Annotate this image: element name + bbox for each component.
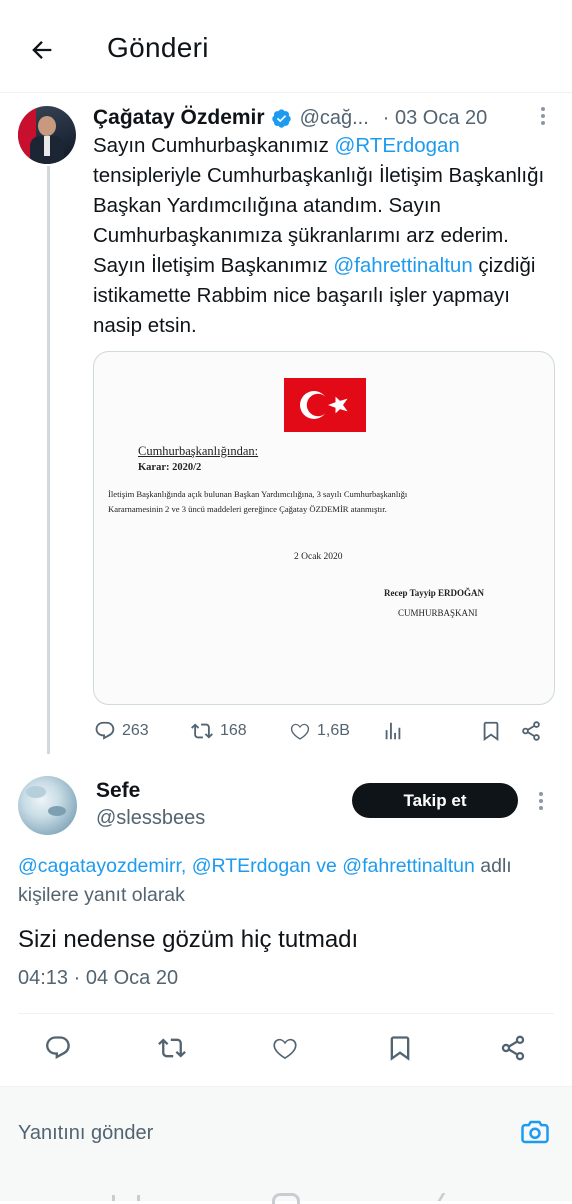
tweet-date: · 03 Oca 20 [382,106,488,129]
reply-like-button[interactable] [271,1034,299,1062]
reply-share-button[interactable] [499,1034,527,1062]
document-signer-title: CUMHURBAŞKANI [398,608,478,618]
share-button[interactable] [520,720,542,742]
reply-reply-button[interactable] [44,1034,72,1062]
reply-retweet-button[interactable] [157,1034,187,1062]
document-date: 2 Ocak 2020 [294,552,343,562]
bookmark-icon [390,1036,410,1061]
bookmark-icon [483,721,499,742]
top-app-bar: Gönderi [0,0,572,93]
reply-author-handle: @slessbees [96,807,206,829]
mention-link[interactable]: @RTErdogan [335,134,460,157]
author-name[interactable]: Çağatay Özdemir [93,106,265,130]
reply-timestamp: 04:13 · 04 Oca 20 [18,967,179,989]
arrow-left-icon [32,41,52,59]
divider [18,1013,554,1014]
reply-author-name[interactable]: Sefe [96,779,140,803]
author-avatar[interactable] [18,106,76,164]
document-decision: Karar: 2020/2 [138,462,202,473]
tweet-text-segment: Sayın Cumhurbaşkanımız [93,134,335,157]
like-count: 1,6B [317,722,350,739]
share-icon [522,721,540,741]
document-body-line: Kararnamesinin 2 ve 3 üncü maddeleri ger… [108,504,387,514]
document-body-line: İletişim Başkanlığında açık bulunan Başk… [108,489,408,499]
retweet-button[interactable]: 168 [190,720,247,742]
replying-to-suffix: adlı [474,855,512,877]
turkish-flag-icon [284,378,366,432]
document-signer: Recep Tayyip ERDOĞAN [384,588,485,598]
author-handle: @cağ... [299,106,369,129]
reply-composer: Yanıtını gönder [0,1086,572,1204]
heart-icon [290,723,310,740]
share-icon [501,1035,525,1061]
replying-to-mentions[interactable]: @cagatayozdemirr, @RTErdogan ve @fahrett… [18,855,475,877]
replying-to-line2: kişilere yanıt olarak [18,884,185,906]
mention-link[interactable]: @fahrettinaltun [333,254,472,277]
retweet-icon [158,1038,186,1058]
reply-button[interactable]: 263 [94,720,149,742]
heart-icon [273,1038,297,1060]
analytics-button[interactable] [382,720,404,742]
retweet-count: 168 [220,722,247,739]
camera-icon [521,1120,549,1144]
reply-text: Sizi nedense gözüm hiç tutmadı [18,926,359,953]
verified-badge-icon [271,108,291,128]
reply-bookmark-button[interactable] [386,1034,414,1062]
reply-author-avatar[interactable] [18,776,77,835]
camera-button[interactable] [519,1117,551,1152]
reply-icon [95,721,115,740]
bookmark-button[interactable] [480,720,502,742]
reply-more-options-icon[interactable] [539,792,545,810]
tweet-author-row: Çağatay Özdemir @cağ... · 03 Oca 20 [93,103,553,133]
tweet-text: Sayın Cumhurbaşkanımız @RTErdogan tensip… [93,131,553,341]
page-title: Gönderi [107,32,209,63]
thread-connector [47,166,50,754]
analytics-icon [385,722,401,740]
tweet-media-image[interactable]: Cumhurbaşkanlığından: Karar: 2020/2 İlet… [93,351,555,705]
document-heading: Cumhurbaşkanlığından: [138,444,259,458]
follow-button[interactable]: Takip et [352,783,518,818]
retweet-icon [191,723,213,739]
replying-to: @cagatayozdemirr, @RTErdogan ve @fahrett… [18,852,572,881]
like-button[interactable]: 1,6B [289,720,350,742]
reply-input[interactable]: Yanıtını gönder [18,1122,153,1145]
reply-icon [46,1036,70,1059]
reply-count: 263 [122,722,149,739]
back-button[interactable] [22,30,62,70]
more-options-icon[interactable] [541,107,547,125]
